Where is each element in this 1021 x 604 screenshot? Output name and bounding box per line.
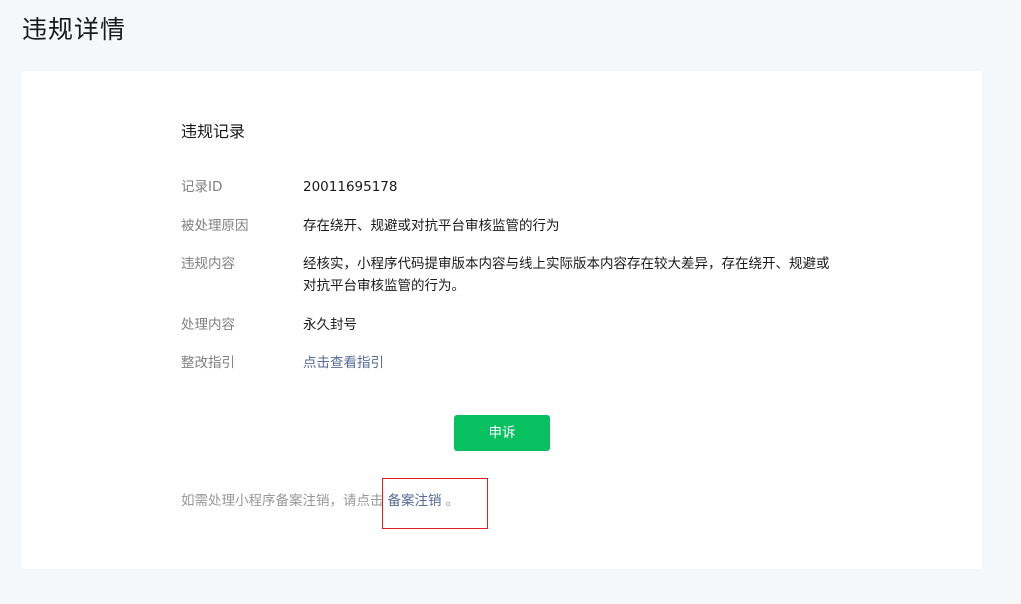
record-id-label: 记录ID — [181, 179, 223, 195]
penalty-value: 永久封号 — [303, 317, 357, 333]
penalty-label: 处理内容 — [181, 317, 235, 333]
footer-suffix: 。 — [445, 493, 460, 509]
footer-prefix: 如需处理小程序备案注销，请点击 — [181, 493, 384, 509]
guide-label: 整改指引 — [181, 355, 235, 371]
section-title: 违规记录 — [181, 122, 246, 141]
reason-value: 存在绕开、规避或对抗平台审核监管的行为 — [303, 218, 560, 234]
view-guide-link[interactable]: 点击查看指引 — [303, 352, 833, 374]
violation-card: 违规记录 记录ID 20011695178 被处理原因 存在绕开、规避或对抗平台… — [22, 71, 982, 569]
violation-content-label: 违规内容 — [181, 256, 235, 272]
record-id-value: 20011695178 — [303, 179, 398, 195]
reason-label: 被处理原因 — [181, 218, 249, 234]
violation-content-value: 经核实，小程序代码提审版本内容与线上实际版本内容存在较大差异，存在绕开、规避或对… — [303, 256, 830, 294]
footer-note: 如需处理小程序备案注销，请点击 备案注销。 — [181, 490, 459, 512]
appeal-button[interactable]: 申诉 — [454, 415, 550, 451]
page-title: 违规详情 — [22, 15, 127, 44]
filing-cancel-link[interactable]: 备案注销 — [388, 493, 442, 509]
